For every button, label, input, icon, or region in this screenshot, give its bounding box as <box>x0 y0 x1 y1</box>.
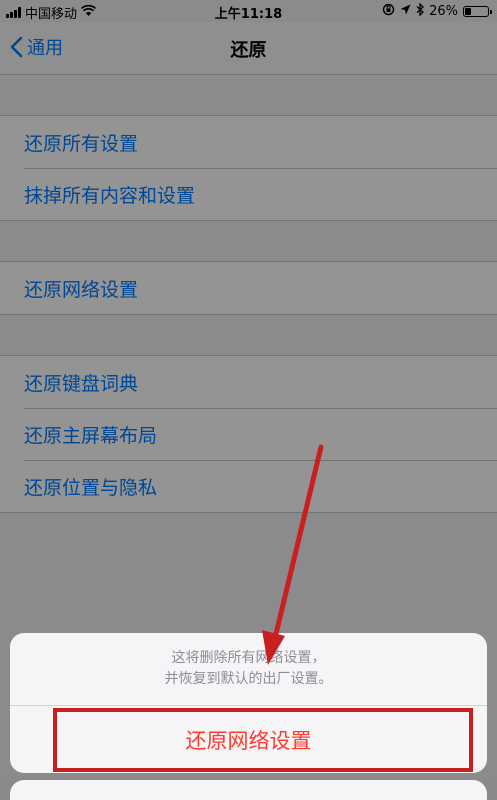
message-line-2: 并恢复到默认的出厂设置。 <box>164 671 333 687</box>
cancel-button[interactable] <box>10 780 487 800</box>
annotation-highlight-box <box>53 708 473 772</box>
action-sheet-message: 这将删除所有网络设置， 并恢复到默认的出厂设置。 <box>10 633 487 706</box>
message-line-1: 这将删除所有网络设置， <box>171 650 326 666</box>
